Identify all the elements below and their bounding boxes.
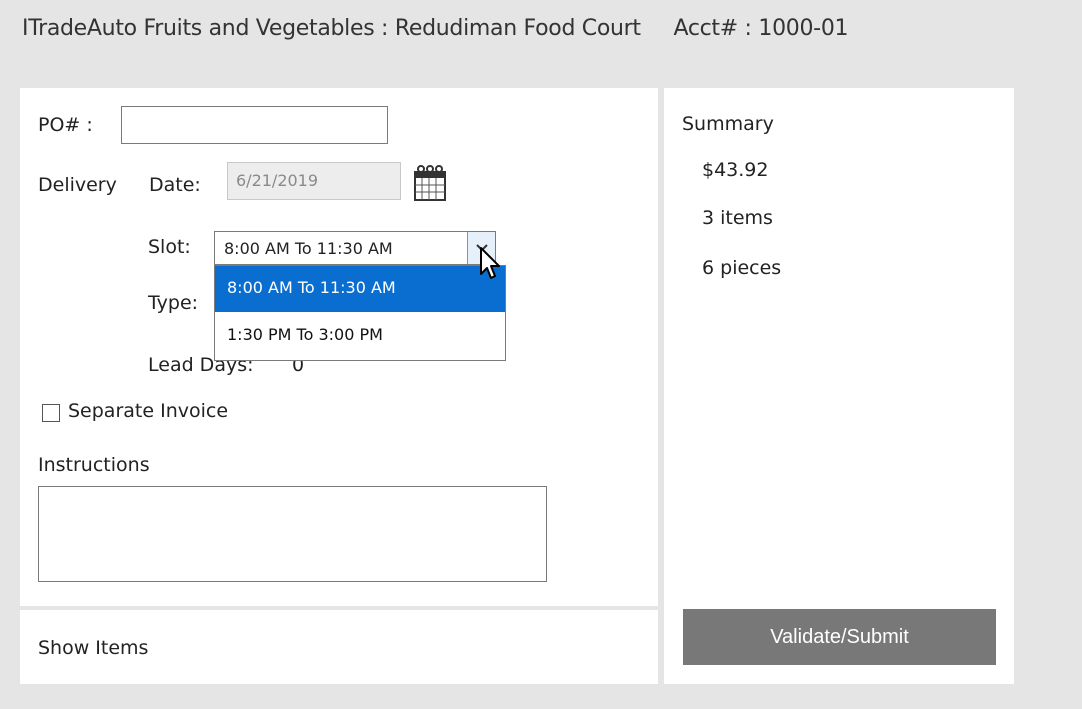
slot-option[interactable]: 8:00 AM To 11:30 AM xyxy=(215,266,505,312)
po-input[interactable] xyxy=(121,106,388,144)
separate-invoice-checkbox[interactable] xyxy=(42,404,60,422)
order-form-panel: PO# : Delivery Date: 6/21/2019 Slot: 8:0… xyxy=(20,88,658,606)
instructions-textarea[interactable] xyxy=(38,486,547,582)
page-header: ITradeAuto Fruits and Vegetables : Redud… xyxy=(22,16,849,41)
summary-panel: Summary $43.92 3 items 6 pieces Validate… xyxy=(664,88,1014,684)
po-label: PO# : xyxy=(38,114,93,136)
summary-total: $43.92 xyxy=(702,159,769,181)
slot-label: Slot: xyxy=(148,236,191,258)
slot-dropdown-list: 8:00 AM To 11:30 AM 1:30 PM To 3:00 PM xyxy=(214,265,506,361)
type-label: Type: xyxy=(148,292,199,314)
summary-pieces: 6 pieces xyxy=(702,257,782,279)
separate-invoice-label: Separate Invoice xyxy=(68,400,229,422)
summary-title: Summary xyxy=(682,113,774,135)
validate-submit-button[interactable]: Validate/Submit xyxy=(683,609,996,665)
acct-number: 1000-01 xyxy=(758,16,849,41)
vendor-name: ITradeAuto Fruits and Vegetables : xyxy=(22,16,389,41)
summary-items: 3 items xyxy=(702,207,773,229)
slot-selected-value: 8:00 AM To 11:30 AM xyxy=(224,239,393,258)
delivery-label: Delivery xyxy=(38,174,117,196)
slot-select[interactable]: 8:00 AM To 11:30 AM xyxy=(214,231,496,265)
location-name: Redudiman Food Court xyxy=(394,16,641,41)
delivery-date-value: 6/21/2019 xyxy=(236,171,319,190)
calendar-icon[interactable] xyxy=(413,164,447,202)
slot-option[interactable]: 1:30 PM To 3:00 PM xyxy=(215,313,505,359)
instructions-label: Instructions xyxy=(38,454,150,476)
date-label: Date: xyxy=(149,174,201,196)
delivery-date-field: 6/21/2019 xyxy=(227,162,401,200)
mouse-cursor-icon xyxy=(480,247,500,279)
show-items-bar[interactable]: Show Items xyxy=(20,610,658,684)
acct-label: Acct# : xyxy=(673,16,752,41)
show-items-link[interactable]: Show Items xyxy=(38,637,148,659)
